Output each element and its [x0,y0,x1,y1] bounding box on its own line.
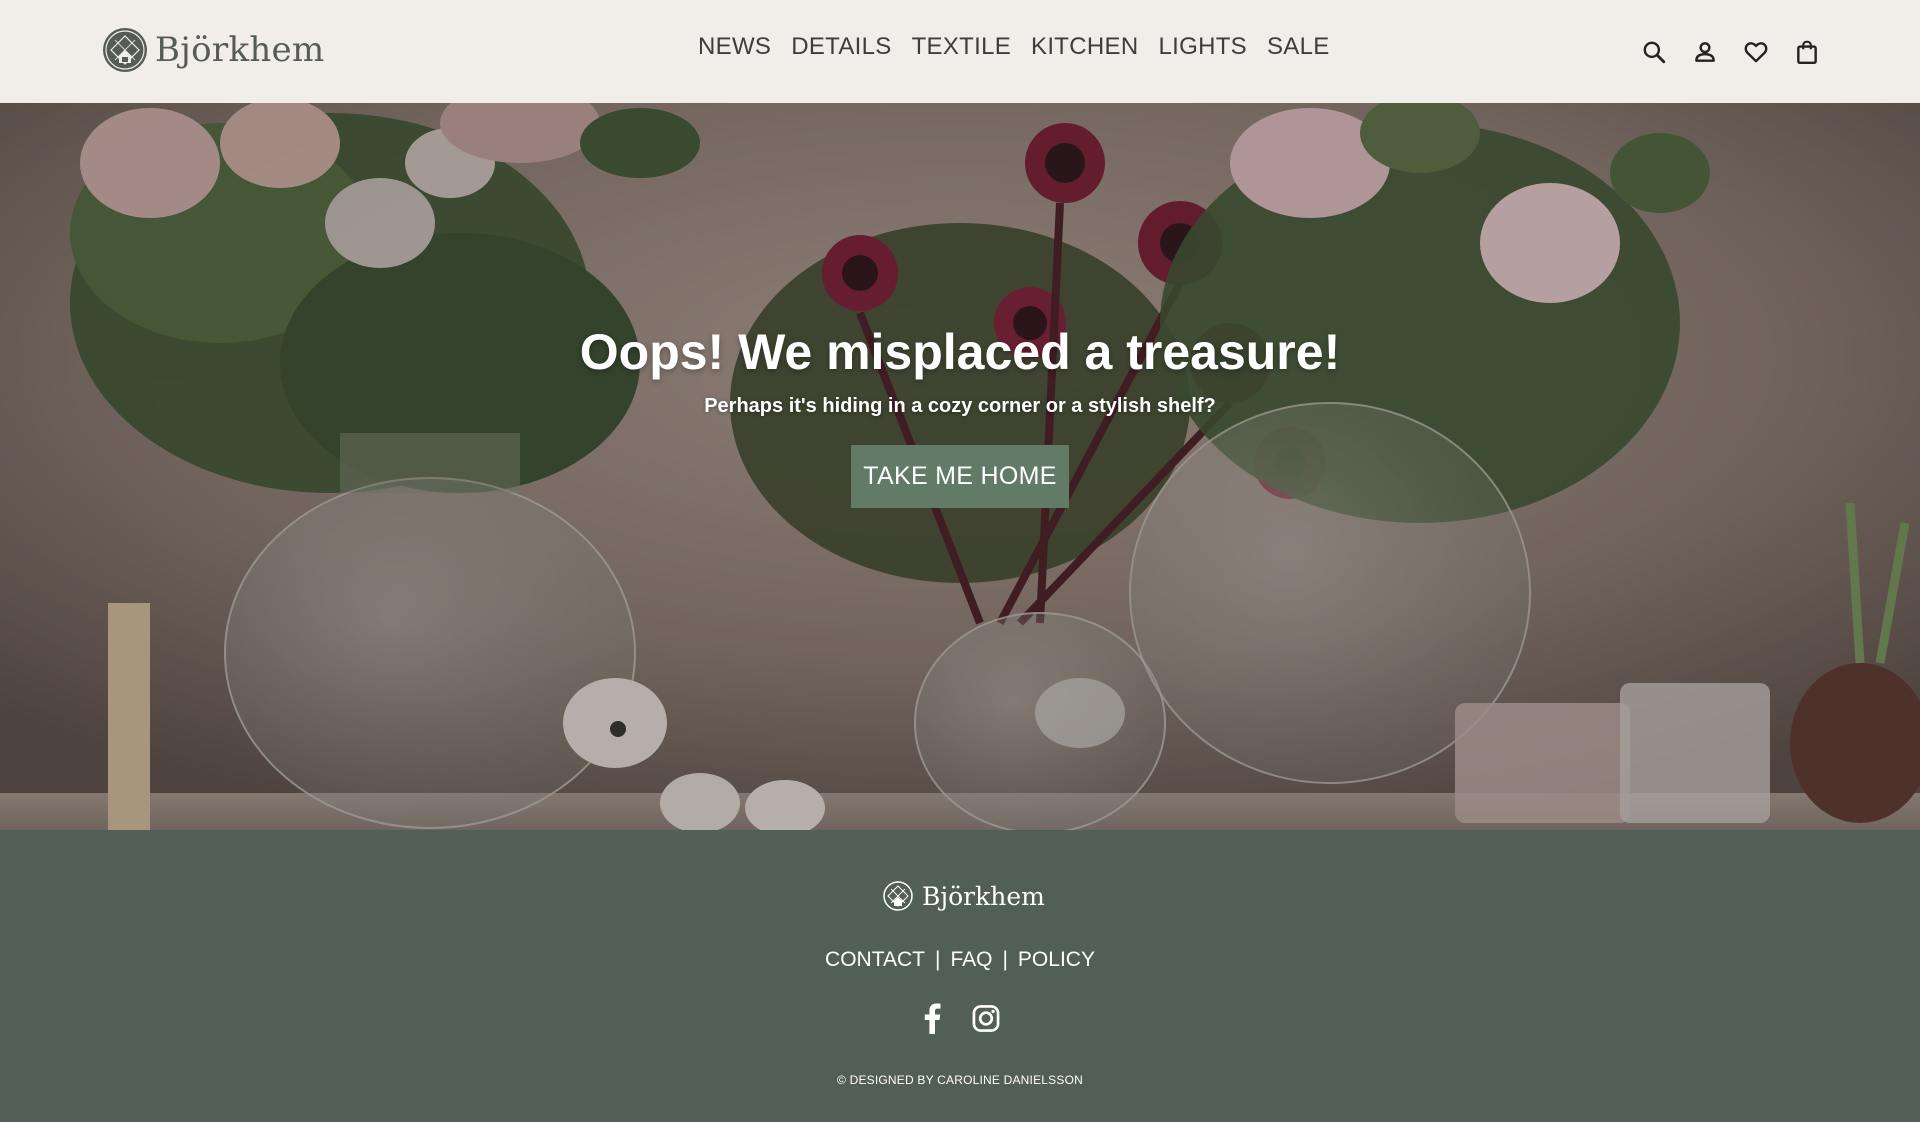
footer-separator: | [934,948,941,971]
hero-content: Oops! We misplaced a treasure! Perhaps i… [0,103,1920,830]
error-title: Oops! We misplaced a treasure! [579,324,1341,380]
brand-logo-link[interactable]: Björkhem [101,26,325,74]
copyright-text: © DESIGNED BY CAROLINE DANIELSSON [837,1073,1083,1087]
social-links [918,1002,1000,1034]
footer-links: CONTACT | FAQ | POLICY [0,948,1920,972]
header-tools [1640,38,1820,65]
hero-section: Oops! We misplaced a treasure! Perhaps i… [0,103,1920,830]
footer-brand-link[interactable]: Björkhem [882,880,1045,912]
error-subtitle: Perhaps it's hiding in a cozy corner or … [704,395,1216,417]
bag-icon [1796,40,1817,64]
wishlist-button[interactable] [1742,38,1769,65]
footer-separator: | [1002,948,1008,971]
brand-name: Björkhem [155,30,325,70]
nav-item-kitchen[interactable]: KITCHEN [1031,33,1138,61]
brand-mark-icon [103,28,147,72]
nav-item-sale[interactable]: SALE [1267,33,1330,61]
account-icon [1694,41,1715,62]
nav-item-textile[interactable]: TEXTILE [912,33,1011,61]
facebook-icon [924,1003,941,1034]
site-footer: Björkhem CONTACT | FAQ | POLICY © DESIGNED B… [0,830,1920,1122]
cart-button[interactable] [1793,38,1820,65]
search-button[interactable] [1640,38,1667,65]
account-button[interactable] [1691,38,1718,65]
nav-item-details[interactable]: DETAILS [791,33,891,61]
instagram-icon [972,1004,1000,1032]
main-nav: NEWS DETAILS TEXTILE KITCHEN LIGHTS SALE [698,33,1330,61]
footer-link-policy[interactable]: POLICY [1018,948,1095,971]
footer-brand-name: Björkhem [922,881,1045,911]
facebook-link[interactable] [918,1002,946,1034]
nav-item-lights[interactable]: LIGHTS [1158,33,1246,61]
nav-item-news[interactable]: NEWS [698,33,771,61]
site-header: Björkhem NEWS DETAILS TEXTILE KITCHEN LI… [0,0,1920,103]
heart-icon [1744,41,1767,62]
search-icon [1643,41,1665,63]
footer-link-contact[interactable]: CONTACT [825,948,925,971]
take-me-home-button[interactable]: TAKE ME HOME [851,445,1069,508]
brand-mark-icon [883,881,913,911]
footer-link-faq[interactable]: FAQ [950,948,992,971]
instagram-link[interactable] [972,1002,1000,1034]
